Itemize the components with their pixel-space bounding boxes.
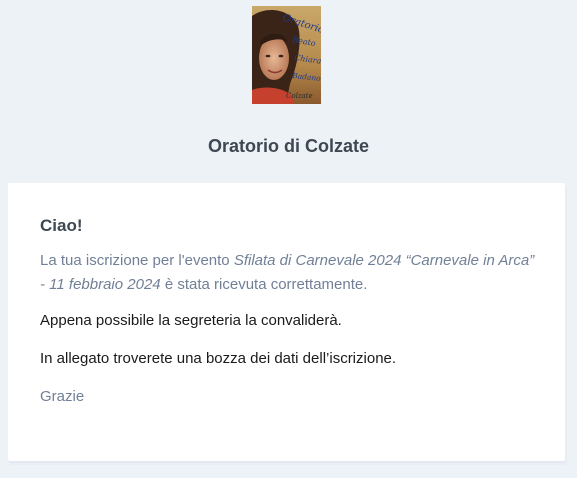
attachment-message: In allegato troverete una bozza dei dati…	[40, 350, 397, 367]
closing-text: Grazie	[40, 388, 85, 405]
greeting-heading: Ciao!	[40, 216, 83, 235]
registration-text-after: è stata ricevuta correttamente.	[160, 276, 368, 293]
svg-text:Colzate: Colzate	[286, 92, 313, 100]
message-card: Ciao! La tua iscrizione per l'evento Sfi…	[8, 183, 565, 461]
confirmation-message: Appena possibile la segreteria la conval…	[40, 312, 342, 329]
registration-message: La tua iscrizione per l'evento Sfilata d…	[40, 249, 535, 297]
organization-name-link[interactable]: Oratorio di Colzate	[0, 136, 577, 157]
registration-text-before: La tua iscrizione per l'evento	[40, 252, 234, 269]
oratorio-logo-image: Oratorio Beato Chiara Badano Colzate	[252, 6, 321, 104]
email-page: Oratorio Beato Chiara Badano Colzate Ora…	[0, 0, 577, 478]
oratorio-logo[interactable]: Oratorio Beato Chiara Badano Colzate	[252, 6, 321, 104]
